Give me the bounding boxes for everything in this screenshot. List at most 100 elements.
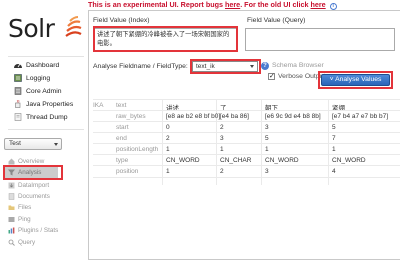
- row-key-end: end: [116, 135, 127, 142]
- fieldname-label: Analyse Fieldname / FieldType:: [93, 63, 188, 70]
- verbose-output-checkbox[interactable]: [268, 72, 275, 80]
- core-nav-label: Overview: [18, 158, 45, 165]
- token-raw-bytes: [e4 ba 86]: [220, 113, 249, 120]
- token-start: 2: [220, 124, 224, 131]
- nav-item-dashboard[interactable]: Dashboard: [14, 59, 59, 71]
- token-position: 4: [332, 168, 336, 175]
- token-type: CN_WORD: [265, 157, 299, 164]
- column-divider: [328, 99, 329, 185]
- nav-divider: [8, 129, 84, 130]
- token-type: CN_WORD: [332, 157, 366, 164]
- column-divider: [162, 99, 163, 185]
- results-divider: [93, 99, 400, 100]
- analysis-highlight-box: [3, 165, 63, 180]
- row-key-position-length: positionLength: [116, 146, 159, 153]
- experimental-banner: This is an experimental UI. Report bugs …: [88, 0, 337, 10]
- analysis-panel: Field Value (Index) 讲述了朝下紧绷的冷峰被卷入了一场宋朝国家…: [88, 10, 400, 260]
- row-key-start: start: [116, 124, 129, 131]
- token-type: CN_CHAR: [220, 157, 252, 164]
- analyse-button-highlight: [318, 71, 393, 89]
- dataimport-icon: [8, 182, 15, 189]
- core-nav-label: Plugins / Stats: [18, 227, 59, 234]
- nav-item-label: Logging: [26, 74, 51, 82]
- core-nav-plugins[interactable]: Plugins / Stats: [8, 225, 58, 236]
- thread-dump-icon: [14, 113, 22, 121]
- row-divider: [93, 132, 400, 133]
- core-selector[interactable]: Test: [4, 138, 62, 150]
- nav-item-core-admin[interactable]: Core Admin: [14, 85, 62, 97]
- core-selector-value: Test: [9, 140, 21, 147]
- token-raw-bytes: [e7 b4 a7 e7 bb b7]: [332, 113, 389, 120]
- row-divider: [93, 177, 400, 178]
- report-bugs-link[interactable]: here: [225, 0, 240, 9]
- row-divider: [93, 143, 400, 144]
- row-divider: [93, 121, 400, 122]
- analyzer-label: IKA: [93, 102, 104, 109]
- core-nav-label: Files: [18, 204, 32, 211]
- token-position-length: 1: [265, 146, 269, 153]
- field-value-query-label: Field Value (Query): [247, 17, 306, 24]
- row-key-position: position: [116, 168, 139, 175]
- solr-sun-icon: [65, 16, 82, 37]
- index-input-highlight: [93, 26, 238, 52]
- token-position-length: 1: [220, 146, 224, 153]
- core-nav-label: Ping: [18, 216, 31, 223]
- core-admin-icon: [14, 87, 22, 95]
- logo-text: Solr: [8, 14, 55, 43]
- analysis-results-table: IKA text raw_bytes start end positionLen…: [89, 99, 400, 195]
- banner-text: This is an experimental UI. Report bugs: [88, 0, 225, 9]
- token-end: 2: [166, 135, 170, 142]
- field-value-query-input[interactable]: [245, 28, 395, 51]
- row-key-type: type: [116, 157, 129, 164]
- field-value-index-label: Field Value (Index): [93, 17, 150, 24]
- core-nav-label: Query: [18, 239, 36, 246]
- token-start: 3: [265, 124, 269, 131]
- row-key-text: text: [116, 102, 127, 109]
- nav-item-thread-dump[interactable]: Thread Dump: [14, 111, 68, 123]
- token-position: 2: [220, 168, 224, 175]
- nav-item-logging[interactable]: Logging: [14, 72, 50, 84]
- query-icon: [8, 239, 15, 246]
- ping-icon: [8, 217, 15, 222]
- documents-icon: [8, 193, 15, 200]
- logging-icon: [14, 74, 22, 82]
- core-nav-documents[interactable]: Documents: [8, 191, 50, 202]
- token-end: 7: [332, 135, 336, 142]
- java-icon: [15, 100, 21, 108]
- core-nav-dataimport[interactable]: DataImport: [8, 180, 49, 191]
- nav-item-java-properties[interactable]: Java Properties: [14, 98, 73, 110]
- token-start: 5: [332, 124, 336, 131]
- token-type: CN_WORD: [166, 157, 200, 164]
- schema-browser-link[interactable]: Schema Browser: [272, 62, 324, 69]
- token-position: 3: [265, 168, 269, 175]
- row-divider: [93, 165, 400, 166]
- nav-item-label: Core Admin: [26, 87, 62, 95]
- info-icon[interactable]: i: [329, 3, 337, 10]
- token-end: 3: [220, 135, 224, 142]
- nav-item-label: Dashboard: [26, 61, 60, 69]
- core-nav-ping[interactable]: Ping: [8, 214, 31, 225]
- token-end: 5: [265, 135, 269, 142]
- row-divider: [93, 154, 400, 155]
- core-nav-label: DataImport: [18, 182, 50, 189]
- token-position: 1: [166, 168, 170, 175]
- row-key-raw-bytes: raw_bytes: [116, 113, 146, 120]
- nav-item-label: Java Properties: [26, 100, 74, 108]
- solr-logo[interactable]: Solr: [8, 14, 84, 43]
- core-nav-files[interactable]: Files: [8, 202, 31, 213]
- plugins-icon: [8, 227, 15, 234]
- column-divider: [216, 99, 217, 185]
- core-nav-label: Documents: [18, 193, 50, 200]
- column-divider: [261, 99, 262, 185]
- nav-divider: [8, 56, 84, 57]
- nav-item-label: Thread Dump: [26, 113, 68, 121]
- old-ui-link[interactable]: here: [310, 0, 325, 9]
- dashboard-icon: [14, 63, 22, 68]
- core-nav-query[interactable]: Query: [8, 237, 35, 248]
- token-raw-bytes: [e6 9c 9d e4 b8 8b]: [265, 113, 321, 120]
- token-start: 0: [166, 124, 170, 131]
- banner-mid-text: . For the old UI click: [240, 0, 311, 9]
- files-icon: [8, 205, 15, 210]
- chevron-down-icon: [54, 143, 58, 146]
- help-icon[interactable]: ?: [261, 62, 269, 70]
